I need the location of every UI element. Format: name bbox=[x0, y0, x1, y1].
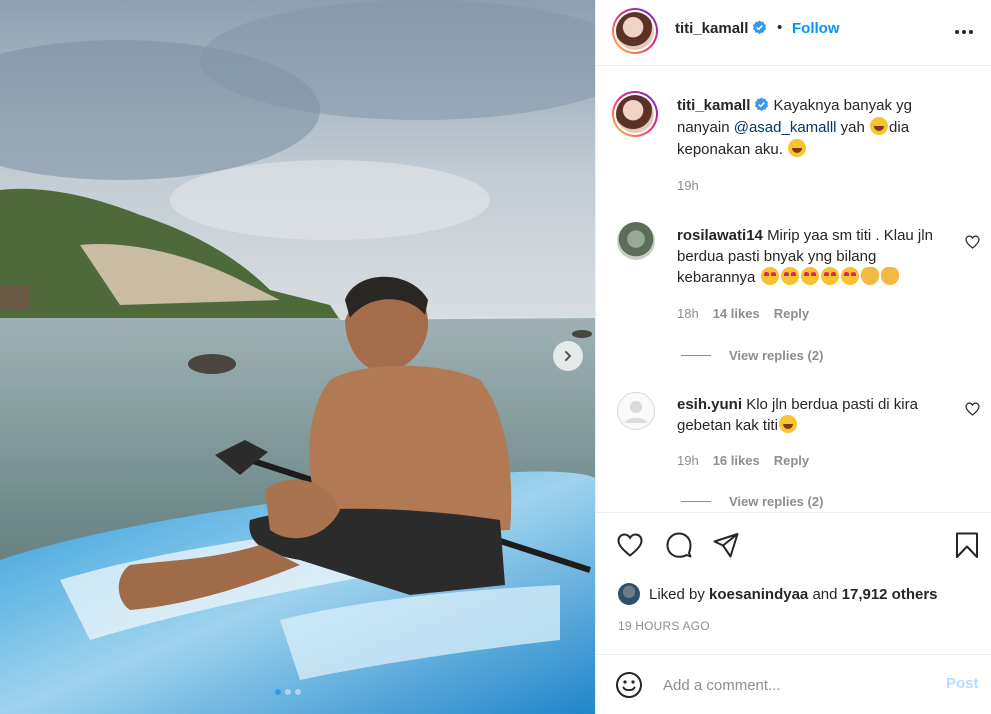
comment-bubble-icon[interactable] bbox=[665, 531, 693, 559]
verified-badge-icon bbox=[755, 97, 769, 112]
view-replies-label: View replies (2) bbox=[729, 494, 824, 509]
carousel-dot bbox=[295, 689, 301, 695]
comment-body: rosilawati14 Mirip yaa sm titi . Klau jl… bbox=[677, 225, 947, 288]
heart-eyes-emoji-icon bbox=[840, 267, 859, 285]
emoji-picker-icon[interactable] bbox=[615, 671, 643, 699]
add-comment-bar: Post bbox=[596, 654, 991, 714]
heart-eyes-emoji-icon bbox=[820, 267, 839, 285]
rofl-emoji-icon bbox=[788, 139, 807, 157]
replies-divider bbox=[681, 501, 711, 502]
post-photo[interactable] bbox=[0, 0, 595, 714]
likes-count[interactable]: 17,912 others bbox=[842, 586, 938, 603]
view-replies-button[interactable]: View replies (2) bbox=[681, 348, 823, 363]
comments-section[interactable]: titi_kamall Kayaknya banyak yg nanyain @… bbox=[596, 67, 991, 511]
post-sidebar: titi_kamall • Follow titi_kamall Kayakny… bbox=[595, 0, 991, 714]
save-bookmark-icon[interactable] bbox=[953, 531, 981, 559]
caption-time[interactable]: 19h bbox=[677, 178, 699, 193]
carousel-indicator bbox=[275, 689, 301, 695]
chevron-right-icon bbox=[565, 351, 571, 361]
caption-avatar[interactable] bbox=[612, 91, 658, 137]
view-replies-button[interactable]: View replies (2) bbox=[681, 494, 823, 509]
like-heart-icon[interactable] bbox=[616, 531, 644, 559]
comment-username[interactable]: esih.yuni bbox=[677, 396, 742, 413]
view-replies-label: View replies (2) bbox=[729, 348, 824, 363]
comment-meta: 18h 14 likes Reply bbox=[677, 306, 809, 321]
liked-by-middle: and bbox=[812, 585, 838, 603]
liked-by-prefix: Liked by bbox=[649, 585, 705, 603]
tears-of-joy-emoji-icon bbox=[778, 415, 797, 433]
caption-username[interactable]: titi_kamall bbox=[677, 97, 750, 114]
post-actions: Liked by koesanindyaa and 17,912 others … bbox=[596, 512, 991, 654]
replies-divider bbox=[681, 355, 711, 356]
liker-username[interactable]: koesanindyaa bbox=[709, 586, 808, 603]
carousel-dot bbox=[285, 689, 291, 695]
next-slide-button[interactable] bbox=[553, 341, 583, 371]
author-avatar[interactable] bbox=[612, 8, 658, 54]
verified-badge-icon bbox=[753, 20, 767, 35]
comment-time[interactable]: 18h bbox=[677, 306, 699, 321]
comment-body: esih.yuni Klo jln berdua pasti di kira g… bbox=[677, 394, 947, 436]
reply-button[interactable]: Reply bbox=[774, 453, 809, 468]
more-options-icon[interactable] bbox=[953, 22, 975, 42]
reply-button[interactable]: Reply bbox=[774, 306, 809, 321]
add-comment-input[interactable] bbox=[663, 673, 933, 697]
clapping-hands-emoji-icon bbox=[860, 267, 879, 285]
caption: titi_kamall Kayaknya banyak yg nanyain @… bbox=[677, 95, 957, 161]
share-send-icon[interactable] bbox=[712, 531, 740, 559]
comment-likes[interactable]: 14 likes bbox=[713, 306, 760, 321]
comment-meta: 19h 16 likes Reply bbox=[677, 453, 809, 468]
heart-eyes-emoji-icon bbox=[800, 267, 819, 285]
post-comment-button[interactable]: Post bbox=[946, 675, 979, 692]
follow-button[interactable]: Follow bbox=[792, 20, 840, 37]
comment-username[interactable]: rosilawati14 bbox=[677, 227, 763, 244]
caption-mention-link[interactable]: @asad_kamalll bbox=[734, 119, 837, 136]
header-separator: • bbox=[777, 19, 783, 36]
like-comment-heart-icon[interactable] bbox=[965, 402, 980, 416]
commenter-avatar[interactable] bbox=[617, 222, 655, 260]
liked-by-line[interactable]: Liked by koesanindyaa and 17,912 others bbox=[618, 583, 938, 605]
post-header: titi_kamall • Follow bbox=[596, 0, 991, 66]
carousel-dot-active bbox=[275, 689, 281, 695]
post-timestamp[interactable]: 19 HOURS AGO bbox=[618, 619, 710, 633]
comment-likes[interactable]: 16 likes bbox=[713, 453, 760, 468]
caption-text: yah bbox=[836, 119, 870, 136]
rofl-emoji-icon bbox=[870, 117, 889, 135]
heart-eyes-emoji-icon bbox=[760, 267, 779, 285]
kayak-beach-photo bbox=[0, 0, 595, 714]
comment-time[interactable]: 19h bbox=[677, 453, 699, 468]
default-avatar-icon bbox=[617, 392, 655, 430]
heart-eyes-emoji-icon bbox=[780, 267, 799, 285]
clapping-hands-emoji-icon bbox=[880, 267, 899, 285]
liker-avatar[interactable] bbox=[618, 583, 640, 605]
commenter-avatar[interactable] bbox=[617, 392, 655, 430]
author-username[interactable]: titi_kamall bbox=[675, 20, 748, 37]
like-comment-heart-icon[interactable] bbox=[965, 235, 980, 249]
